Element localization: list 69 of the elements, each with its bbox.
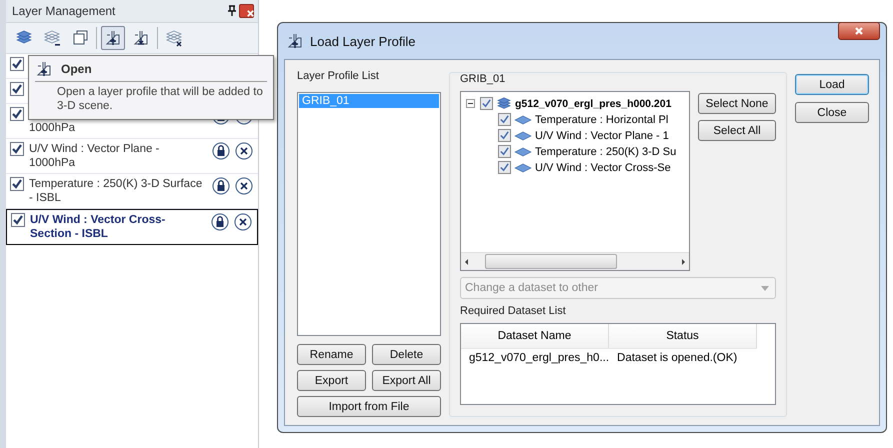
layer-icon — [514, 146, 532, 156]
layers-icon — [496, 96, 512, 112]
select-button[interactable]: Select None — [698, 93, 776, 114]
select-button[interactable]: Select All — [698, 120, 776, 141]
profile-button[interactable]: Delete — [372, 344, 441, 365]
remove-icon[interactable] — [235, 142, 253, 160]
dialog-button[interactable]: Close — [795, 102, 869, 123]
lock-icon[interactable] — [212, 177, 230, 195]
close-icon — [246, 9, 255, 18]
layer-label: 1000hPa — [29, 122, 76, 134]
stack-minus-icon — [43, 29, 61, 47]
column-header[interactable]: Dataset Name — [461, 324, 609, 348]
layer-row[interactable]: U/V Wind : Vector Plane - 1000hPa — [6, 139, 258, 174]
tree-item[interactable]: g512_v070_ergl_pres_h000.201 — [515, 98, 672, 110]
group-label: GRIB_01 — [460, 73, 506, 85]
profile-button[interactable]: Export All — [372, 370, 441, 391]
checkbox[interactable] — [480, 97, 493, 110]
layer-label: U/V Wind : Vector Plane - 1000hPa — [29, 143, 160, 169]
lock-icon[interactable] — [212, 142, 230, 160]
layer-label: Temperature : 250(K) 3-D Surface - ISBL — [29, 178, 202, 204]
profile-button[interactable]: Import from File — [297, 396, 441, 417]
tree-item[interactable]: U/V Wind : Vector Plane - 1 — [535, 130, 669, 142]
dialog-title: Load Layer Profile — [310, 34, 417, 48]
open-icon — [286, 32, 304, 50]
windows-icon — [71, 29, 89, 47]
checkbox[interactable] — [498, 113, 511, 126]
checkbox[interactable] — [10, 57, 24, 71]
tree-item[interactable]: Temperature : 250(K) 3-D Su — [535, 146, 676, 158]
checkbox[interactable] — [498, 145, 511, 158]
open-icon — [104, 29, 122, 47]
stack-clear-icon — [165, 29, 183, 47]
remove-icon[interactable] — [234, 213, 252, 231]
table-cell-text: g512_v070_ergl_pres_h0... — [468, 352, 610, 364]
pin-icon[interactable] — [227, 5, 237, 17]
checkbox[interactable] — [10, 107, 24, 121]
checkbox[interactable] — [10, 142, 24, 156]
panel-title: Layer Management — [12, 4, 116, 18]
checkbox[interactable] — [10, 177, 24, 191]
table-caption: Required Dataset List — [460, 305, 567, 317]
checkbox[interactable] — [10, 82, 24, 96]
close-icon — [854, 26, 864, 36]
profile-button[interactable]: Rename — [297, 344, 366, 365]
layer-icon — [514, 130, 532, 140]
collapse-icon[interactable] — [466, 99, 475, 108]
remove-icon[interactable] — [235, 177, 253, 195]
dialog-button[interactable]: Load — [795, 74, 869, 95]
layer-icon — [514, 162, 532, 172]
checkbox[interactable] — [498, 129, 511, 142]
close-button[interactable] — [239, 4, 254, 18]
layer-icon — [514, 114, 532, 124]
horizontal-scrollbar[interactable] — [461, 252, 689, 270]
layer-row[interactable]: U/V Wind : Vector Cross-Section - ISBL — [6, 209, 258, 245]
lock-icon[interactable] — [211, 213, 229, 231]
open-icon — [35, 60, 53, 78]
checkbox[interactable] — [11, 213, 25, 227]
save-icon — [132, 29, 150, 47]
layer-label: U/V Wind : Vector Cross-Section - ISBL — [30, 214, 166, 240]
column-header[interactable]: Status — [609, 324, 757, 348]
dropdown-arrow-icon — [761, 286, 769, 290]
checkbox[interactable] — [498, 161, 511, 174]
layer-row[interactable]: Temperature : 250(K) 3-D Surface - ISBL — [6, 174, 258, 209]
tree-item[interactable]: U/V Wind : Vector Cross-Se — [535, 162, 671, 174]
table-cell-text: Dataset is opened.(OK) — [616, 352, 738, 364]
profile-button[interactable]: Export — [297, 370, 366, 391]
tooltip-title: Open — [61, 62, 92, 76]
close-button[interactable] — [838, 22, 880, 40]
toolbar-button[interactable] — [101, 26, 125, 50]
tree-item[interactable]: Temperature : Horizontal Pl — [535, 114, 668, 126]
list-caption: Layer Profile List — [297, 70, 380, 82]
